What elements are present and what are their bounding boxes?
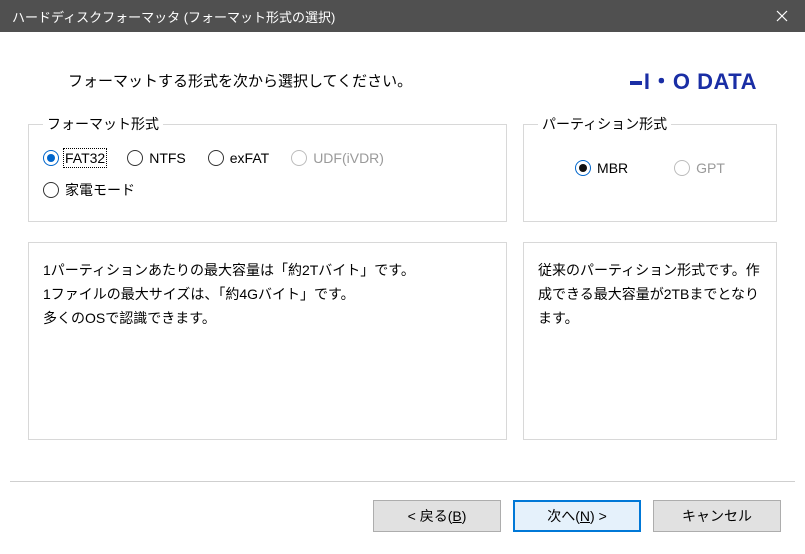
radio-gpt-input xyxy=(674,160,690,176)
radio-gpt-label: GPT xyxy=(696,160,725,176)
radio-kaden-label: 家電モード xyxy=(65,180,135,200)
wizard-buttons: < 戻る(B) 次へ(N) > キャンセル xyxy=(373,500,781,532)
format-description-text: 1パーティションあたりの最大容量は「約2Tバイト」です。 1ファイルの最大サイズ… xyxy=(43,262,415,326)
radio-fat32[interactable]: FAT32 xyxy=(43,150,105,166)
radio-kaden-input[interactable] xyxy=(43,182,59,198)
radio-ntfs[interactable]: NTFS xyxy=(127,150,186,166)
radio-exfat-input[interactable] xyxy=(208,150,224,166)
partition-row: MBR GPT xyxy=(538,160,762,176)
radio-fat32-label: FAT32 xyxy=(65,150,105,166)
top-row: フォーマットする形式を次から選択してください。 I・O DATA xyxy=(28,64,777,96)
radio-udf-label: UDF(iVDR) xyxy=(313,150,384,166)
titlebar: ハードディスクフォーマッタ (フォーマット形式の選択) xyxy=(0,0,805,32)
radio-mbr-label: MBR xyxy=(597,160,628,176)
radio-ntfs-label: NTFS xyxy=(149,150,186,166)
partition-description-text: 従来のパーティション形式です。作成できる最大容量が2TBまでとなります。 xyxy=(538,262,760,326)
partition-description: 従来のパーティション形式です。作成できる最大容量が2TBまでとなります。 xyxy=(523,242,777,440)
next-button[interactable]: 次へ(N) > xyxy=(513,500,641,532)
description-panels: 1パーティションあたりの最大容量は「約2Tバイト」です。 1ファイルの最大サイズ… xyxy=(28,242,777,440)
radio-mbr-input[interactable] xyxy=(575,160,591,176)
option-panels: フォーマット形式 FAT32 NTFS exFAT UDF(iVDR) xyxy=(28,114,777,222)
window-title: ハードディスクフォーマッタ (フォーマット形式の選択) xyxy=(12,7,759,26)
close-button[interactable] xyxy=(759,0,805,32)
instruction-text: フォーマットする形式を次から選択してください。 xyxy=(28,70,412,91)
radio-udf: UDF(iVDR) xyxy=(291,150,384,166)
separator-line xyxy=(10,481,795,482)
radio-kaden[interactable]: 家電モード xyxy=(43,180,135,200)
radio-exfat-label: exFAT xyxy=(230,150,269,166)
radio-gpt: GPT xyxy=(674,160,725,176)
brand-logo: I・O DATA xyxy=(630,64,777,96)
format-row-2: 家電モード xyxy=(43,180,492,200)
format-row-1: FAT32 NTFS exFAT UDF(iVDR) xyxy=(43,150,492,166)
partition-type-legend: パーティション形式 xyxy=(538,114,671,134)
cancel-button[interactable]: キャンセル xyxy=(653,500,781,532)
close-icon xyxy=(776,10,788,22)
client-area: フォーマットする形式を次から選択してください。 I・O DATA フォーマット形… xyxy=(0,32,805,554)
format-type-legend: フォーマット形式 xyxy=(43,114,163,134)
format-type-group: フォーマット形式 FAT32 NTFS exFAT UDF(iVDR) xyxy=(28,114,507,222)
partition-type-group: パーティション形式 MBR GPT xyxy=(523,114,777,222)
radio-mbr[interactable]: MBR xyxy=(575,160,628,176)
radio-exfat[interactable]: exFAT xyxy=(208,150,269,166)
radio-ntfs-input[interactable] xyxy=(127,150,143,166)
radio-udf-input xyxy=(291,150,307,166)
radio-fat32-input[interactable] xyxy=(43,150,59,166)
back-button[interactable]: < 戻る(B) xyxy=(373,500,501,532)
format-description: 1パーティションあたりの最大容量は「約2Tバイト」です。 1ファイルの最大サイズ… xyxy=(28,242,507,440)
